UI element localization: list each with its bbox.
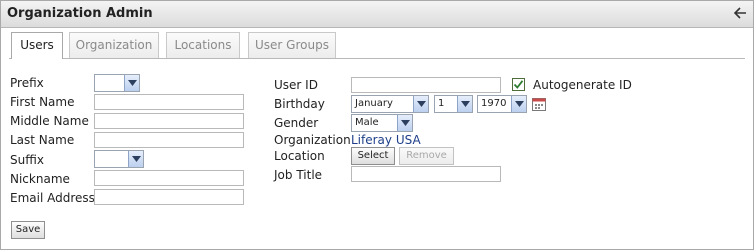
gender-label: Gender [274, 116, 319, 130]
location-remove-button[interactable]: Remove [399, 147, 454, 165]
birthday-day-select[interactable]: 1 [434, 95, 473, 113]
tab-organization[interactable]: Organization [69, 32, 159, 58]
email-label: Email Address [10, 191, 95, 205]
prefix-label: Prefix [10, 76, 44, 90]
birthday-year-select[interactable]: 1970 [477, 95, 527, 113]
tab-label: User Groups [255, 38, 329, 52]
location-label: Location [274, 149, 325, 163]
chevron-down-icon [413, 96, 428, 112]
back-arrow-icon[interactable] [733, 6, 747, 20]
job-title-field[interactable] [351, 166, 501, 182]
calendar-icon[interactable] [532, 97, 546, 111]
middle-name-label: Middle Name [10, 114, 89, 128]
chevron-down-icon [457, 96, 472, 112]
birthday-label: Birthday [274, 97, 325, 111]
tab-label: Users [20, 38, 54, 52]
suffix-label: Suffix [10, 153, 44, 167]
chevron-down-icon [128, 151, 143, 167]
organization-admin-portlet: Organization Admin Users Organization Lo… [0, 0, 754, 250]
chevron-down-icon [511, 96, 526, 112]
birthday-month-value: January [355, 98, 393, 109]
birthday-day-value: 1 [438, 98, 445, 109]
tab-bar: Users Organization Locations User Groups [9, 32, 745, 59]
organization-link[interactable]: Liferay USA [351, 133, 421, 147]
birthday-month-select[interactable]: January [351, 95, 429, 113]
portlet-title: Organization Admin [7, 6, 153, 21]
prefix-select[interactable] [94, 74, 140, 92]
tab-users[interactable]: Users [11, 32, 63, 59]
save-button[interactable]: Save [11, 221, 45, 239]
user-id-label: User ID [274, 78, 318, 92]
user-id-field[interactable] [351, 77, 501, 93]
tab-locations[interactable]: Locations [166, 32, 240, 58]
last-name-field[interactable] [94, 132, 244, 148]
last-name-label: Last Name [10, 133, 75, 147]
gender-select[interactable]: Male [351, 114, 413, 132]
email-field[interactable] [94, 189, 244, 205]
first-name-label: First Name [10, 95, 75, 109]
nickname-field[interactable] [94, 170, 244, 186]
suffix-select[interactable] [94, 150, 144, 168]
autogenerate-id-checkbox[interactable] [512, 78, 525, 91]
first-name-field[interactable] [94, 94, 244, 110]
organization-label: Organization [274, 133, 351, 147]
chevron-down-icon [397, 115, 412, 131]
autogenerate-id-label: Autogenerate ID [533, 78, 632, 92]
middle-name-field[interactable] [94, 113, 244, 129]
tab-label: Organization [75, 38, 153, 52]
chevron-down-icon [124, 75, 139, 91]
job-title-label: Job Title [274, 168, 323, 182]
nickname-label: Nickname [10, 172, 70, 186]
tab-label: Locations [174, 38, 232, 52]
location-select-button[interactable]: Select [351, 147, 395, 165]
title-bar: Organization Admin [1, 1, 753, 28]
tab-user-groups[interactable]: User Groups [248, 32, 336, 58]
gender-value: Male [355, 117, 379, 128]
birthday-year-value: 1970 [481, 98, 507, 109]
